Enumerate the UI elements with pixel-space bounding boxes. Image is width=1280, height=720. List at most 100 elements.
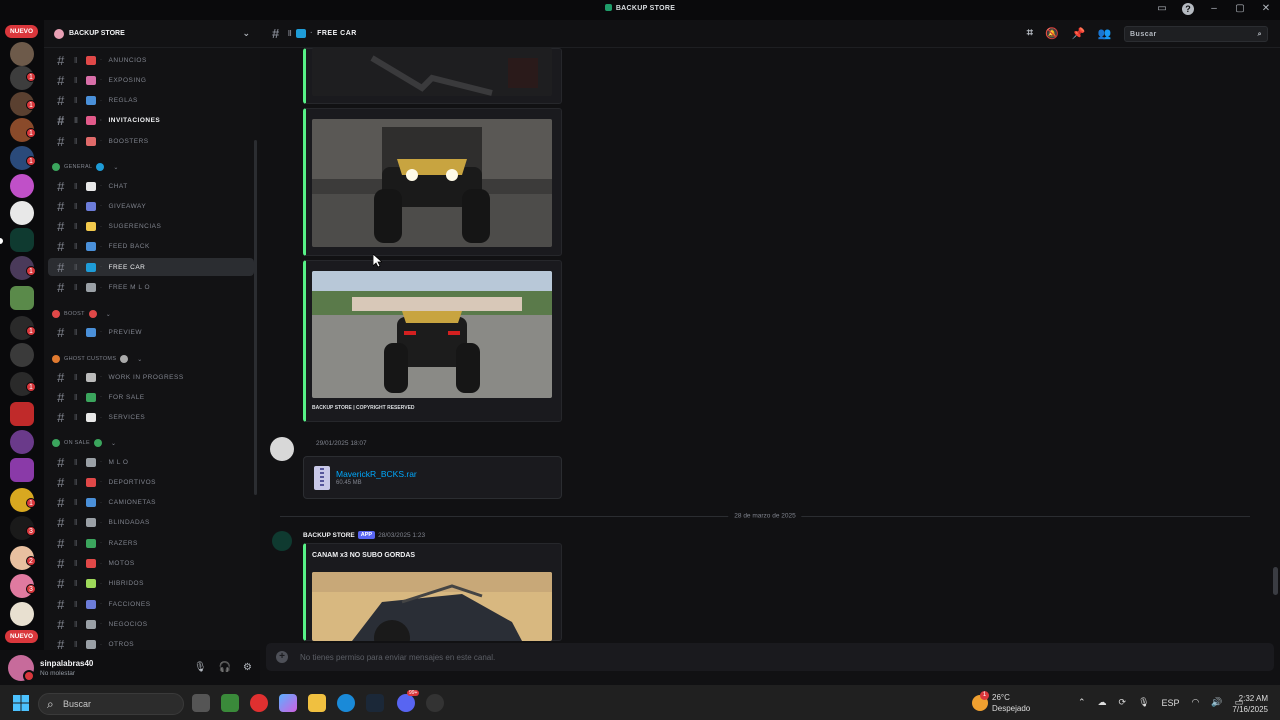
bars-icon: ǁ <box>74 457 78 467</box>
channel-item[interactable]: # ǁ · INVITACIONES <box>48 112 254 130</box>
wifi-icon[interactable]: ◠ <box>1192 697 1200 708</box>
channel-item[interactable]: # ǁ · FREE CAR <box>48 258 254 277</box>
server-icon[interactable] <box>10 201 34 225</box>
channel-emoji-icon <box>86 96 96 106</box>
task-view-icon[interactable] <box>192 694 210 712</box>
hash-icon: # <box>57 133 65 149</box>
maximize-icon[interactable]: ▢ <box>1234 3 1246 15</box>
bars-icon: ǁ <box>74 599 78 609</box>
bars-icon: ǁ <box>74 222 78 232</box>
steam-icon[interactable] <box>366 694 384 712</box>
channel-item[interactable]: # ǁ · EXPOSING <box>48 71 254 89</box>
server-icon[interactable] <box>10 402 34 426</box>
channel-item[interactable]: # ǁ · NEGOCIOS <box>48 615 254 633</box>
store-icon[interactable] <box>221 694 239 712</box>
sidebar-scrollbar[interactable] <box>254 140 257 495</box>
sync-icon[interactable]: ⟳ <box>1119 697 1127 708</box>
embed-image-car-front[interactable] <box>312 119 552 247</box>
channel-item[interactable]: # ǁ · MOTOS <box>48 555 254 573</box>
microphone-icon[interactable]: 🎙 <box>194 662 207 673</box>
channel-label: RAZERS <box>108 539 138 547</box>
taskbar-search[interactable]: Buscar <box>38 693 184 715</box>
embed-image-car-rear[interactable] <box>312 271 552 398</box>
channel-item[interactable]: # ǁ · FREE M L O <box>48 279 254 297</box>
channel-item[interactable]: # ǁ · CAMIONETAS <box>48 494 254 512</box>
channel-item[interactable]: # ǁ · GIVEAWAY <box>48 197 254 215</box>
copilot-icon[interactable] <box>279 694 297 712</box>
gear-icon[interactable]: ⚙ <box>243 662 252 673</box>
windows-start-icon[interactable] <box>13 695 29 711</box>
embed-image-top[interactable] <box>312 48 552 96</box>
backup-store-server-icon[interactable] <box>10 228 34 252</box>
channel-category[interactable]: BOOST ⌄ <box>52 307 111 321</box>
pinterest-icon[interactable] <box>250 694 268 712</box>
channel-item[interactable]: # ǁ · REGLAS <box>48 92 254 110</box>
server-icon[interactable] <box>10 42 34 66</box>
file-name-link[interactable]: MaverickR_BCKS.rar <box>336 469 417 479</box>
author-name[interactable]: BACKUP STORE <box>303 532 355 539</box>
server-icon[interactable] <box>10 174 34 198</box>
channel-item[interactable]: # ǁ · SERVICES <box>48 409 254 427</box>
hash-icon: # <box>57 259 65 275</box>
close-icon[interactable]: ✕ <box>1260 3 1272 15</box>
channel-item[interactable]: # ǁ · SUGERENCIAS <box>48 218 254 236</box>
channel-item[interactable]: # ǁ · RAZERS <box>48 534 254 552</box>
server-header[interactable]: BACKUP STORE ⌄ <box>44 20 260 48</box>
server-icon[interactable] <box>10 458 34 482</box>
channel-item[interactable]: # ǁ · BOOSTERS <box>48 132 254 150</box>
channel-item[interactable]: # ǁ · BLINDADAS <box>48 514 254 532</box>
members-icon[interactable]: 👥 <box>1098 27 1112 40</box>
channel-item[interactable]: # ǁ · WORK IN PROGRESS <box>48 368 254 386</box>
discord-icon[interactable] <box>397 694 415 712</box>
onedrive-icon[interactable]: ☁ <box>1098 697 1107 708</box>
message-timestamp: 28/03/2025 1:23 <box>378 531 426 539</box>
channel-category[interactable]: GHOST CUSTOMS ⌄ <box>52 352 143 366</box>
channel-label: EXPOSING <box>108 76 147 84</box>
avatar[interactable] <box>8 654 35 682</box>
channel-item[interactable]: # ǁ · FOR SALE <box>48 388 254 406</box>
help-icon[interactable]: ? <box>1182 3 1194 15</box>
notifications-muted-icon[interactable]: 🔕 <box>1045 27 1059 40</box>
microphone-icon[interactable]: 🎙 <box>1138 697 1149 708</box>
channel-item[interactable]: # ǁ · HIBRIDOS <box>48 575 254 593</box>
channel-category[interactable]: ON SALE ⌄ <box>52 436 116 450</box>
search-input[interactable]: Buscar ⌕ <box>1124 25 1268 42</box>
server-badge: 2 <box>26 556 36 566</box>
file-attachment[interactable]: MaverickR_BCKS.rar 60.45 MB <box>303 456 562 499</box>
chevron-down-icon[interactable]: ⌄ <box>242 28 250 39</box>
server-icon[interactable] <box>10 343 34 367</box>
bot-avatar[interactable] <box>272 531 292 551</box>
channel-label: ANUNCIOS <box>108 56 147 64</box>
server-icon[interactable] <box>10 602 34 626</box>
chat-scrollbar[interactable] <box>1273 567 1278 595</box>
volume-icon[interactable]: 🔊 <box>1211 697 1222 708</box>
pin-icon[interactable]: 📌 <box>1072 27 1086 40</box>
category-emoji-icon <box>93 439 102 447</box>
app-icon[interactable] <box>426 694 444 712</box>
avatar[interactable] <box>270 437 294 461</box>
chevron-up-icon[interactable]: ⌃ <box>1078 697 1086 708</box>
headphones-icon[interactable]: 🎧 <box>219 662 231 673</box>
inbox-icon[interactable]: ▭ <box>1156 3 1168 15</box>
channel-item[interactable]: # ǁ · DEPORTIVOS <box>48 473 254 491</box>
channel-item[interactable]: # ǁ · M L O <box>48 453 254 471</box>
channel-item[interactable]: # ǁ · FACCIONES <box>48 595 254 613</box>
server-icon[interactable] <box>10 286 34 310</box>
channel-item[interactable]: # ǁ · FEED BACK <box>48 238 254 256</box>
minimize-icon[interactable]: – <box>1208 3 1220 15</box>
language-indicator[interactable]: ESP <box>1162 698 1180 708</box>
embed-image-canam[interactable] <box>312 572 552 641</box>
channel-item[interactable]: # ǁ · OTROS <box>48 636 254 650</box>
threads-icon[interactable]: ⌗ <box>1027 27 1034 40</box>
date-divider: 28 de marzo de 2025 <box>280 512 1250 520</box>
file-explorer-icon[interactable] <box>308 694 326 712</box>
channel-emoji-icon <box>86 579 96 589</box>
channel-item[interactable]: # ǁ · ANUNCIOS <box>48 51 254 69</box>
channel-category[interactable]: GENERAL ⌄ <box>52 160 119 174</box>
channel-item[interactable]: # ǁ · PREVIEW <box>48 323 254 341</box>
clock[interactable]: 2:32 AM 7/16/2025 <box>1232 693 1268 715</box>
chevron-down-icon: ⌄ <box>137 356 143 363</box>
channel-item[interactable]: # ǁ · CHAT <box>48 177 254 195</box>
server-icon[interactable] <box>10 430 34 454</box>
edge-icon[interactable] <box>337 694 355 712</box>
